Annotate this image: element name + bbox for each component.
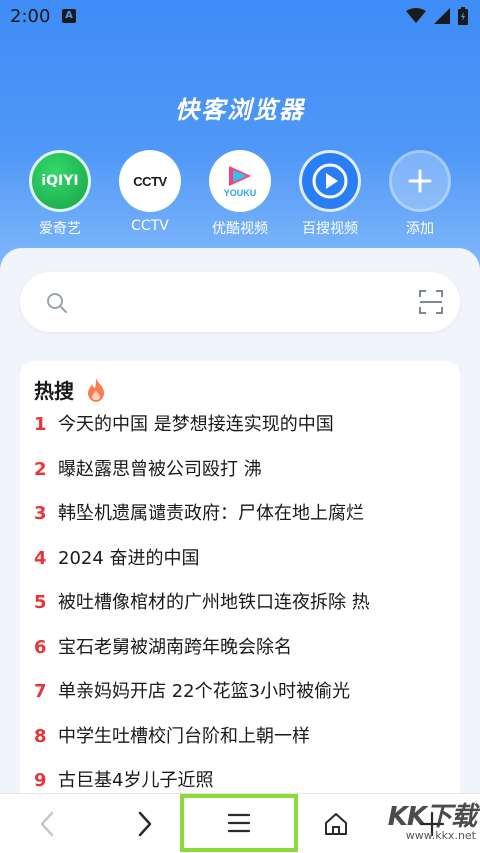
hot-search-title: 热搜 — [34, 379, 74, 403]
hot-search-item[interactable]: 2 曝赵露思曾被公司殴打 沸 — [34, 458, 454, 503]
menu-icon — [227, 813, 251, 833]
content-sheet: 热搜 1 今天的中国 是梦想接连实现的中国 2 曝赵露思曾被公司殴打 沸 3 韩坠机遗… — [0, 248, 480, 801]
shortcut-youku[interactable]: YOUKU 优酷视频 — [198, 150, 282, 238]
home-icon — [325, 813, 347, 835]
baisou-play-icon — [299, 150, 361, 212]
back-button[interactable] — [18, 794, 78, 853]
hot-rank: 7 — [34, 681, 47, 702]
status-time: 2:00 — [10, 6, 51, 27]
shortcut-cctv[interactable]: CCTV CCTV — [108, 150, 192, 238]
hot-search-item[interactable]: 1 今天的中国 是梦想接连实现的中国 — [34, 413, 454, 458]
iqiyi-logo-text: iQIYI — [41, 173, 79, 189]
plus-icon — [389, 150, 451, 212]
hot-search-item[interactable]: 6 宝石老舅被湖南跨年晚会除名 — [34, 636, 454, 681]
search-input[interactable] — [80, 288, 380, 316]
youku-logo-text: YOUKU — [223, 188, 257, 198]
shortcut-add[interactable]: 添加 — [378, 150, 462, 238]
hot-rank: 4 — [34, 547, 47, 569]
hot-text: 古巨基4岁儿子近照 — [58, 770, 214, 791]
shortcut-grid: iQIYI 爱奇艺 CCTV CCTV YOUKU 优酷视频 百搜视频 添加 — [18, 150, 462, 238]
hot-search-list: 1 今天的中国 是梦想接连实现的中国 2 曝赵露思曾被公司殴打 沸 3 韩坠机遗属谴责… — [34, 413, 454, 814]
forward-icon — [138, 811, 152, 837]
search-icon — [47, 293, 67, 313]
hot-text: 单亲妈妈开店 22个花篮3小时被偷光 — [58, 681, 351, 702]
hot-text: 曝赵露思曾被公司殴打 沸 — [58, 458, 262, 480]
youku-logo-icon: YOUKU — [209, 150, 271, 212]
hot-search-item[interactable]: 3 韩坠机遗属谴责政府：尸体在地上腐烂 — [34, 502, 454, 547]
fire-icon — [88, 377, 104, 402]
hot-search-item[interactable]: 4 2024 奋进的中国 — [34, 547, 454, 592]
hot-rank: 8 — [34, 725, 47, 747]
watermark-logo: KK下载 — [387, 802, 477, 832]
cctv-logo-text: CCTV — [133, 173, 167, 189]
hot-search-item[interactable]: 8 中学生吐槽校门台阶和上朝一样 — [34, 725, 454, 770]
forward-button[interactable] — [114, 794, 174, 853]
hot-rank: 9 — [34, 770, 47, 791]
menu-button[interactable] — [180, 794, 298, 852]
shortcut-label: CCTV — [131, 218, 169, 234]
hot-text: 韩坠机遗属谴责政府：尸体在地上腐烂 — [58, 503, 364, 524]
back-icon — [40, 811, 54, 837]
shortcut-baisou[interactable]: 百搜视频 — [288, 150, 372, 238]
hot-rank: 5 — [34, 592, 47, 613]
shortcut-iqiyi[interactable]: iQIYI 爱奇艺 — [18, 150, 102, 238]
notification-icon: A — [62, 9, 76, 23]
hot-text: 中学生吐槽校门台阶和上朝一样 — [58, 725, 310, 747]
shortcut-label: 爱奇艺 — [39, 221, 81, 237]
shortcut-label: 优酷视频 — [212, 221, 268, 237]
app-title: 快客浏览器 — [175, 96, 305, 124]
battery-icon — [458, 7, 468, 25]
hot-rank: 1 — [34, 414, 47, 435]
search-bar[interactable] — [20, 272, 460, 332]
hot-text: 被吐槽像棺材的广州地铁口连夜拆除 热 — [58, 592, 370, 613]
shortcut-label: 百搜视频 — [302, 221, 358, 237]
home-button[interactable] — [306, 794, 366, 853]
signal-icon — [434, 8, 450, 24]
watermark: KK下载 www.kkx.net — [387, 796, 477, 842]
hot-text: 今天的中国 是梦想接连实现的中国 — [58, 414, 334, 435]
scan-icon[interactable] — [418, 289, 444, 315]
wifi-icon — [406, 8, 426, 23]
hot-rank: 3 — [34, 503, 47, 524]
hot-search-card: 热搜 1 今天的中国 是梦想接连实现的中国 2 曝赵露思曾被公司殴打 沸 3 韩坠机遗… — [20, 361, 460, 801]
hot-text: 宝石老舅被湖南跨年晚会除名 — [58, 636, 292, 658]
hot-search-item[interactable]: 7 单亲妈妈开店 22个花篮3小时被偷光 — [34, 680, 454, 725]
hot-rank: 2 — [34, 458, 47, 480]
hot-text: 2024 奋进的中国 — [58, 547, 200, 569]
hot-rank: 6 — [34, 636, 47, 658]
iqiyi-logo-icon: iQIYI — [29, 150, 91, 212]
hot-search-item[interactable]: 5 被吐槽像棺材的广州地铁口连夜拆除 热 — [34, 591, 454, 636]
shortcut-label: 添加 — [406, 221, 434, 237]
youku-play-shape — [229, 166, 251, 186]
status-bar: 2:00 A — [0, 0, 480, 34]
status-icons — [406, 7, 468, 25]
cctv-logo-icon: CCTV — [119, 150, 181, 212]
hot-search-header: 热搜 — [34, 375, 110, 404]
